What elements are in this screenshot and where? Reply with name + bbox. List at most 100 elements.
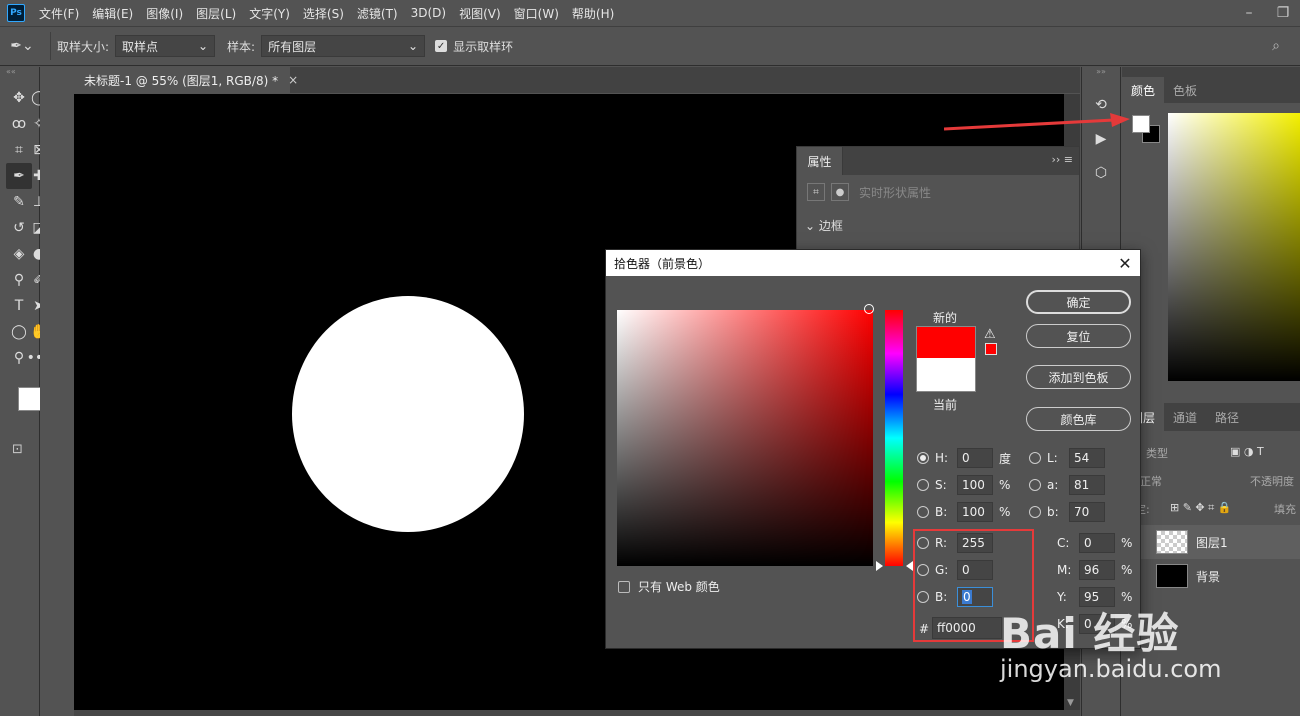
minimize-icon[interactable]: – (1232, 0, 1266, 26)
field-c: C: 0 % (1057, 533, 1137, 553)
radio-l[interactable] (1029, 452, 1041, 464)
input-m[interactable]: 96 (1079, 560, 1115, 580)
menu-3d[interactable]: 3D(D) (411, 6, 446, 20)
layer-row[interactable]: 图层1 (1122, 525, 1300, 559)
tab-color[interactable]: 颜色 (1122, 77, 1165, 103)
3d-icon[interactable]: ⬡ (1087, 159, 1115, 187)
label-m: M: (1057, 563, 1072, 577)
field-brightness: B: 100 % (917, 502, 1015, 522)
layer-name: 图层1 (1196, 535, 1228, 550)
menu-select[interactable]: 选择(S) (303, 5, 344, 22)
fill-label: 填充 (1274, 503, 1296, 516)
tools-panel: «« ✥ ◯ ꝏ ✧ ⌗ ⊠ ✒ ✚ ✎ ⊥ ↺ ◪ ◈ ● ⚲ ✐ T ➤ ◯… (0, 67, 57, 716)
unit-s: % (999, 478, 1011, 492)
unit-h: 度 (999, 451, 1012, 466)
collapse-icon[interactable]: «« (0, 67, 39, 77)
tab-swatches[interactable]: 色板 (1164, 77, 1206, 103)
field-a: a: 81 (1029, 475, 1105, 495)
restore-icon[interactable]: ❐ (1266, 0, 1300, 26)
foreground-color-swatch[interactable] (18, 387, 42, 411)
tab-channels[interactable]: 通道 (1164, 403, 1206, 431)
show-ring-label: 显示取样环 (453, 39, 514, 54)
sample-size-label: 取样大小: (57, 39, 110, 54)
menu-image[interactable]: 图像(I) (146, 5, 183, 22)
menu-window[interactable]: 窗口(W) (514, 5, 559, 22)
mask-icon[interactable]: ● (831, 183, 849, 201)
value-a: 81 (1074, 478, 1090, 492)
radio-s[interactable] (917, 479, 929, 491)
close-icon[interactable]: × (288, 73, 298, 87)
lock-icons[interactable]: ⊞ ✎ ✥ ⌗ 🔒 (1170, 501, 1232, 515)
input-brightness[interactable]: 100 (957, 502, 993, 522)
document-tabbar: 未标题-1 @ 55% (图层1, RGB/8) * × (74, 67, 1080, 93)
input-a[interactable]: 81 (1069, 475, 1105, 495)
radio-brightness[interactable] (917, 506, 929, 518)
current-color-label: 当前 (933, 398, 958, 412)
filter-icons[interactable]: ▣ ◑ T (1230, 445, 1264, 458)
panel-menu-icon[interactable]: ›› ≡ (1051, 153, 1073, 166)
hue-slider-handle-left[interactable] (876, 561, 883, 571)
watermark-logo: Bai 经验 (1000, 609, 1180, 658)
label-s: S: (935, 478, 947, 492)
sample-select[interactable]: 所有图层 ⌄ (261, 35, 426, 57)
web-only-option[interactable]: 只有 Web 颜色 (618, 578, 720, 595)
color-panel-field[interactable] (1168, 113, 1300, 381)
input-lab-b[interactable]: 70 (1069, 502, 1105, 522)
color-marker[interactable] (864, 304, 874, 314)
menu-filter[interactable]: 滤镜(T) (357, 5, 398, 22)
value-m: 96 (1084, 563, 1100, 577)
eyedropper-preset-icon[interactable]: ✒⌄ (0, 31, 44, 61)
document-tab-title: 未标题-1 @ 55% (图层1, RGB/8) * (84, 73, 279, 88)
menu-help[interactable]: 帮助(H) (572, 5, 614, 22)
unit-brightness: % (999, 505, 1011, 519)
input-c[interactable]: 0 (1079, 533, 1115, 553)
quick-mask-icon[interactable]: ⊡ (12, 442, 23, 457)
web-only-checkbox[interactable] (618, 580, 630, 593)
radio-lab-b[interactable] (1029, 506, 1041, 518)
field-m: M: 96 % (1057, 560, 1137, 580)
menu-view[interactable]: 视图(V) (459, 5, 501, 22)
close-icon[interactable]: ✕ (1110, 250, 1140, 276)
input-l[interactable]: 54 (1069, 448, 1105, 468)
input-h[interactable]: 0 (957, 448, 993, 468)
search-icon[interactable]: ⌕ (1272, 38, 1280, 54)
ok-button[interactable]: 确定 (1026, 290, 1131, 314)
scroll-down-icon[interactable]: ▼ (1067, 698, 1074, 708)
menu-layer[interactable]: 图层(L) (196, 5, 236, 22)
new-color-label: 新的 (933, 311, 958, 325)
gamut-warning-swatch[interactable] (985, 343, 997, 355)
label-a: a: (1047, 478, 1059, 492)
input-s[interactable]: 100 (957, 475, 993, 495)
section-bounds[interactable]: ⌄ 边框 (805, 217, 843, 234)
menu-file[interactable]: 文件(F) (39, 5, 79, 22)
sample-size-select[interactable]: 取样点 ⌄ (115, 35, 216, 57)
chevron-down-icon: ⌄ (408, 39, 419, 53)
label-h: H: (935, 451, 949, 465)
radio-h[interactable] (917, 452, 929, 464)
layer-filter-select[interactable]: 类型 (1146, 445, 1168, 461)
hue-slider[interactable] (885, 310, 903, 566)
menu-edit[interactable]: 编辑(E) (92, 5, 133, 22)
color-libraries-button[interactable]: 颜色库 (1026, 407, 1131, 431)
panel-foreground-swatch[interactable] (1132, 115, 1150, 133)
sample-label: 样本: (227, 39, 256, 54)
sample-size-value: 取样点 (122, 39, 159, 54)
current-color-swatch[interactable] (916, 358, 976, 392)
show-ring-checkbox[interactable]: ✓ (435, 40, 448, 52)
collapse-icon[interactable]: »» (1082, 67, 1120, 77)
baidu-watermark: Bai 经验 jingyan.baidu.com (1000, 580, 1300, 690)
hue-slider-handle-right[interactable] (906, 561, 913, 571)
tab-properties[interactable]: 属性 (797, 147, 843, 175)
blend-mode-select[interactable]: 正常 (1140, 473, 1162, 489)
menu-type[interactable]: 文字(Y) (249, 5, 290, 22)
properties-title-row: ⌗ ● 实时形状属性 (807, 183, 931, 201)
reset-button[interactable]: 复位 (1026, 324, 1131, 348)
add-to-swatches-button[interactable]: 添加到色板 (1026, 365, 1131, 389)
color-panel-tabs: 颜色 色板 (1122, 67, 1300, 103)
properties-subtitle: 实时形状属性 (859, 185, 932, 200)
document-tab[interactable]: 未标题-1 @ 55% (图层1, RGB/8) * × (74, 67, 298, 93)
tab-paths[interactable]: 路径 (1206, 403, 1248, 431)
saturation-brightness-field[interactable] (617, 310, 873, 566)
transform-icon[interactable]: ⌗ (807, 183, 825, 201)
radio-a[interactable] (1029, 479, 1041, 491)
